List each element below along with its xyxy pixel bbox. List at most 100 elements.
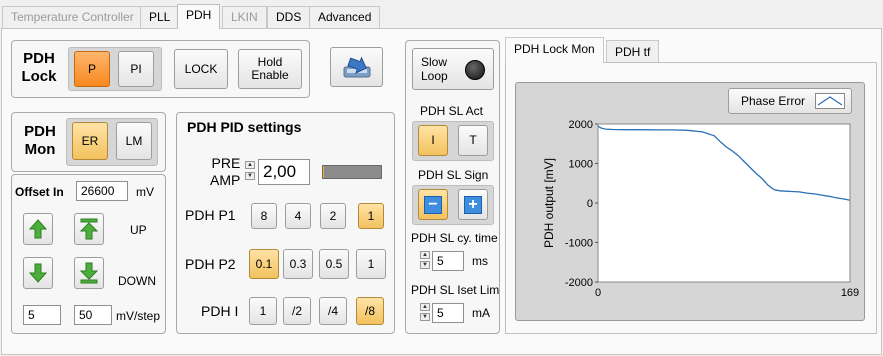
pdh-lock-group: PDH Lock P PI LOCK Hold Enable — [11, 40, 310, 98]
offset-group: Offset In 26600 mV UP DOWN 5 50 mV/step — [11, 174, 166, 334]
cytime-increment[interactable]: ▲ — [420, 251, 430, 259]
cytime-decrement[interactable]: ▼ — [420, 261, 430, 269]
arrow-up-bar-icon — [80, 218, 98, 240]
offset-up-fast-button[interactable] — [74, 213, 104, 245]
plot-area — [597, 123, 851, 283]
arrow-down-icon — [29, 263, 47, 283]
x-tick-label: 0 — [595, 287, 601, 299]
y-tick-label: -2000 — [565, 277, 593, 289]
p1-option-4[interactable]: 4 — [285, 203, 311, 229]
tab-pll[interactable]: PLL — [140, 6, 180, 28]
hold-enable-button[interactable]: Hold Enable — [238, 49, 302, 89]
pdh-mon-title: PDH Mon — [16, 123, 64, 159]
sl-cytime-unit: ms — [472, 254, 488, 268]
sl-act-i-button[interactable]: I — [418, 125, 448, 156]
i-label: PDH I — [201, 303, 239, 319]
p1-option-1[interactable]: 1 — [358, 203, 384, 229]
sl-iset-field[interactable]: 5 — [432, 303, 464, 323]
pid-settings-group: PDH PID settings PRE AMP ▲ ▼ 2,00 PDH P1… — [176, 112, 395, 334]
p2-option-0.3[interactable]: 0.3 — [283, 249, 313, 279]
offset-up-button[interactable] — [23, 213, 53, 245]
tab-pdh-tf[interactable]: PDH tf — [606, 40, 660, 64]
p2-option-0.1[interactable]: 0.1 — [249, 249, 279, 279]
mon-mode-er-button[interactable]: ER — [72, 122, 108, 160]
preamp-label-line1: PRE — [211, 155, 241, 171]
pdh-mon-group: PDH Mon ER LM — [11, 112, 166, 172]
tab-lkin[interactable]: LKIN — [222, 6, 267, 28]
lock-button[interactable]: LOCK — [174, 49, 228, 89]
sl-cytime-field[interactable]: 5 — [432, 251, 464, 271]
pdh-lock-title-line1: PDH — [23, 50, 55, 67]
offset-down-button[interactable] — [23, 257, 53, 289]
preamp-field[interactable]: 2,00 — [258, 159, 310, 185]
sl-act-t-button[interactable]: T — [458, 125, 488, 156]
tab-dds[interactable]: DDS — [267, 6, 311, 28]
slow-loop-led-icon — [465, 60, 485, 80]
p1-option-2[interactable]: 2 — [320, 203, 346, 229]
slow-loop-line2: Loop — [421, 69, 448, 83]
minus-icon: − — [424, 195, 442, 214]
tab-advanced[interactable]: Advanced — [309, 6, 381, 28]
offset-in-label: Offset In — [15, 185, 64, 199]
main-tab-strip: Temperature Controller PLL PDH LKIN DDS … — [0, 4, 883, 29]
preamp-level-meter — [322, 165, 382, 179]
iset-decrement[interactable]: ▼ — [420, 313, 430, 321]
lock-mode-p-button[interactable]: P — [74, 51, 110, 87]
up-label: UP — [130, 223, 147, 237]
slow-loop-line1: Slow — [421, 55, 448, 69]
p1-label: PDH P1 — [185, 207, 236, 223]
write-settings-button[interactable] — [330, 47, 383, 87]
sl-sign-label: PDH SL Sign — [418, 168, 489, 182]
pdh-lock-title-line2: Lock — [21, 68, 57, 85]
preamp-label: PRE AMP — [210, 155, 240, 189]
tab-pdh[interactable]: PDH — [177, 4, 221, 29]
arrow-down-bar-icon — [80, 262, 98, 284]
p2-option-1[interactable]: 1 — [356, 249, 386, 279]
y-axis-label: PDH output [mV] — [542, 158, 556, 248]
y-tick-label: -1000 — [565, 238, 593, 250]
p2-option-0.5[interactable]: 0.5 — [319, 249, 349, 279]
offset-unit: mV — [136, 185, 154, 199]
y-axis-ticks: 2000 1000 0 -1000 -2000 — [565, 119, 598, 289]
i-option-div4[interactable]: /4 — [319, 297, 347, 325]
p2-label: PDH P2 — [185, 256, 236, 272]
y-tick-label: 0 — [587, 198, 593, 210]
i-option-1[interactable]: 1 — [249, 297, 277, 325]
offset-down-fast-button[interactable] — [74, 257, 104, 289]
preamp-increment[interactable]: ▲ — [245, 161, 255, 169]
i-option-div2[interactable]: /2 — [283, 297, 311, 325]
sl-cytime-label: PDH SL cy. time — [411, 231, 498, 245]
step-unit: mV/step — [116, 309, 161, 323]
plus-icon: + — [464, 195, 482, 214]
x-axis-ticks: 0 169 — [595, 287, 859, 299]
iset-increment[interactable]: ▲ — [420, 303, 430, 311]
slow-loop-label: Slow Loop — [421, 55, 448, 83]
p1-option-8[interactable]: 8 — [251, 203, 277, 229]
sl-sign-plus-button[interactable]: + — [458, 189, 488, 220]
i-option-div8[interactable]: /8 — [356, 297, 384, 325]
sl-iset-label: PDH SL Iset Lim — [411, 283, 500, 297]
mon-mode-lm-button[interactable]: LM — [116, 122, 152, 160]
pdh-mon-title-line2: Mon — [24, 141, 56, 158]
sl-iset-unit: mA — [472, 306, 490, 320]
preamp-label-line2: AMP — [210, 172, 241, 188]
x-tick-label: 169 — [841, 287, 859, 299]
step-small-field[interactable]: 5 — [23, 305, 61, 325]
step-large-field[interactable]: 50 — [74, 305, 112, 325]
y-tick-label: 1000 — [569, 159, 593, 171]
offset-in-field[interactable]: 26600 — [76, 181, 128, 201]
sl-sign-minus-button[interactable]: − — [418, 189, 448, 220]
pdh-output-chart: 2000 1000 0 -1000 -2000 0 169 PDH output [mV] — [542, 119, 859, 299]
pdh-mon-title-line1: PDH — [24, 123, 56, 140]
lock-mode-pi-button[interactable]: PI — [118, 51, 154, 87]
pdh-lock-title: PDH Lock — [16, 50, 62, 86]
down-label: DOWN — [118, 274, 156, 288]
sl-act-label: PDH SL Act — [420, 104, 483, 118]
tab-pdh-lock-mon[interactable]: PDH Lock Mon — [505, 37, 604, 63]
preamp-decrement[interactable]: ▼ — [245, 172, 255, 180]
tab-temperature-controller[interactable]: Temperature Controller — [2, 6, 143, 28]
arrow-up-icon — [29, 219, 47, 239]
slow-loop-toggle[interactable]: Slow Loop — [412, 48, 494, 90]
slow-loop-group: Slow Loop PDH SL Act I T PDH SL Sign − +… — [405, 40, 500, 334]
hold-enable-line2: Enable — [251, 68, 289, 82]
